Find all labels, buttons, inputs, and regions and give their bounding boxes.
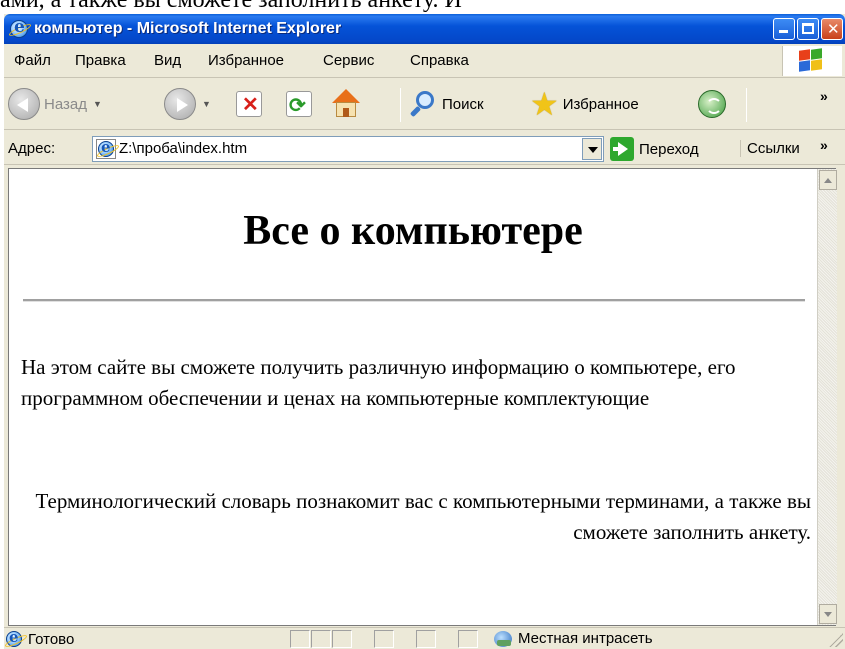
windows-flag-icon bbox=[782, 46, 842, 76]
menu-edit[interactable]: Правка bbox=[75, 52, 126, 69]
address-input[interactable] bbox=[119, 140, 569, 157]
stop-icon: ✕ bbox=[236, 91, 262, 117]
maximize-button[interactable] bbox=[797, 18, 819, 40]
page-heading: Все о компьютере bbox=[243, 208, 583, 254]
links-button[interactable]: Ссылки bbox=[740, 140, 800, 157]
menu-view[interactable]: Вид bbox=[154, 52, 181, 69]
vertical-scrollbar[interactable] bbox=[817, 169, 837, 625]
page-icon bbox=[96, 138, 116, 159]
media-button[interactable] bbox=[698, 86, 726, 122]
favorites-button[interactable]: ★ Избранное bbox=[530, 86, 639, 122]
intro-paragraph: На этом сайте вы сможете получить различ… bbox=[21, 355, 736, 410]
status-text-panel: Готово bbox=[6, 628, 75, 648]
back-label: Назад bbox=[44, 95, 87, 113]
home-icon bbox=[330, 89, 362, 119]
title-bar[interactable]: компьютер - Microsoft Internet Explorer … bbox=[4, 14, 845, 44]
forward-arrow-icon bbox=[164, 88, 196, 120]
background-document-text: ами, а также вы сможете заполнить анкету… bbox=[0, 0, 845, 14]
back-button[interactable]: Назад ▼ bbox=[8, 86, 102, 122]
menu-tools[interactable]: Сервис bbox=[323, 52, 374, 69]
glossary-paragraph: Терминологический словарь познакомит вас… bbox=[35, 489, 811, 544]
search-icon bbox=[408, 89, 438, 119]
ie-window: компьютер - Microsoft Internet Explorer … bbox=[4, 14, 845, 649]
background-text-line: ами, а также вы сможете заполнить анкету… bbox=[0, 0, 462, 13]
back-arrow-icon bbox=[8, 88, 40, 120]
close-button[interactable]: ✕ bbox=[821, 18, 843, 40]
scroll-up-button[interactable] bbox=[819, 170, 837, 190]
status-panel bbox=[458, 630, 478, 648]
media-icon bbox=[698, 90, 726, 118]
menu-favorites[interactable]: Избранное bbox=[208, 52, 284, 69]
minimize-button[interactable] bbox=[773, 18, 795, 40]
forward-button[interactable]: ▼ bbox=[164, 86, 211, 122]
status-panel bbox=[332, 630, 352, 648]
horizontal-rule bbox=[23, 299, 805, 302]
web-page: Все о компьютере На этом сайте вы сможет… bbox=[9, 169, 817, 625]
toolbar-separator bbox=[746, 88, 747, 122]
favorites-label: Избранное bbox=[562, 95, 639, 113]
menu-file[interactable]: Файл bbox=[14, 52, 51, 69]
go-button[interactable]: Переход bbox=[610, 136, 699, 162]
status-panel bbox=[374, 630, 394, 648]
status-page-icon bbox=[6, 628, 22, 647]
search-label: Поиск bbox=[442, 95, 484, 113]
home-button[interactable] bbox=[330, 86, 362, 122]
ie-logo-icon bbox=[10, 17, 28, 38]
go-label: Переход bbox=[639, 140, 699, 158]
status-text: Готово bbox=[28, 630, 75, 648]
standard-toolbar: Назад ▼ ▼ ✕ ⟳ Поиск ★ Избранное » bbox=[4, 78, 845, 130]
scroll-down-button[interactable] bbox=[819, 604, 837, 624]
address-label: Адрес: bbox=[8, 140, 56, 157]
address-field[interactable] bbox=[92, 136, 604, 162]
toolbar-overflow-icon[interactable]: » bbox=[820, 88, 828, 104]
menu-help[interactable]: Справка bbox=[410, 52, 469, 69]
status-bar: Готово Местная интрасеть bbox=[4, 627, 845, 649]
search-button[interactable]: Поиск bbox=[408, 86, 484, 122]
address-dropdown-icon[interactable] bbox=[582, 138, 602, 160]
intranet-icon bbox=[494, 630, 512, 647]
back-dropdown-icon[interactable]: ▼ bbox=[93, 99, 102, 109]
resize-grip[interactable] bbox=[829, 633, 843, 647]
go-arrow-icon bbox=[610, 137, 634, 161]
status-panel bbox=[311, 630, 331, 648]
address-bar: Адрес: Переход Ссылки » bbox=[4, 131, 845, 165]
forward-dropdown-icon[interactable]: ▼ bbox=[202, 99, 211, 109]
refresh-button[interactable]: ⟳ bbox=[286, 86, 312, 122]
stop-button[interactable]: ✕ bbox=[236, 86, 262, 122]
refresh-icon: ⟳ bbox=[286, 91, 312, 117]
status-panel bbox=[290, 630, 310, 648]
toolbar-separator bbox=[400, 88, 401, 122]
zone-label: Местная интрасеть bbox=[518, 630, 653, 647]
links-overflow-icon[interactable]: » bbox=[820, 137, 828, 153]
security-zone: Местная интрасеть bbox=[494, 630, 653, 647]
status-panel bbox=[416, 630, 436, 648]
star-icon: ★ bbox=[530, 86, 559, 122]
menu-bar: Файл Правка Вид Избранное Сервис Справка bbox=[4, 44, 845, 78]
page-viewport: Все о компьютере На этом сайте вы сможет… bbox=[8, 168, 837, 626]
window-title: компьютер - Microsoft Internet Explorer bbox=[34, 20, 342, 37]
